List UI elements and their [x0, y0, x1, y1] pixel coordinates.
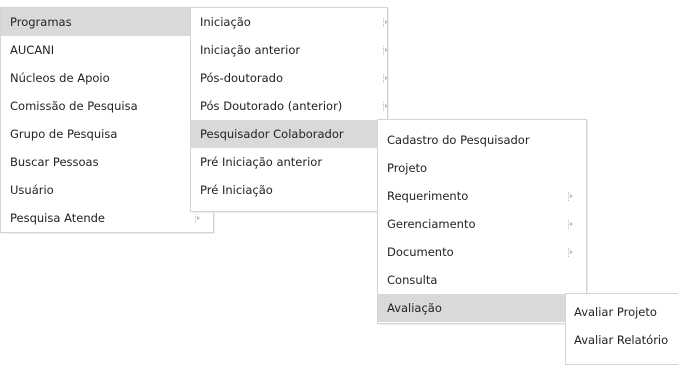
- menu-item-avaliacao[interactable]: Avaliação: [378, 294, 586, 322]
- menu-item-label: Requerimento: [387, 189, 469, 203]
- menu-item-requerimento[interactable]: Requerimento: [378, 182, 586, 210]
- menu-item-programas[interactable]: Programas: [1, 8, 213, 36]
- submenu-arrow-icon: [567, 210, 577, 238]
- menu-item-label: Comissão de Pesquisa: [10, 99, 138, 113]
- programas-submenu: Iniciação Iniciação anterior Pós-doutora…: [190, 7, 388, 212]
- menu-item-pos-doutorado-anterior[interactable]: Pós Doutorado (anterior): [191, 92, 388, 120]
- menu-item-consulta[interactable]: Consulta: [378, 266, 586, 294]
- menu-item-label: Iniciação anterior: [200, 43, 301, 57]
- submenu-arrow-icon: [382, 36, 392, 64]
- menu-item-label: Iniciação: [200, 15, 251, 29]
- menu-item-cadastro-do-pesquisador[interactable]: Cadastro do Pesquisador: [378, 126, 586, 154]
- submenu-arrow-icon: [567, 238, 577, 266]
- menu-item-nucleos-de-apoio[interactable]: Núcleos de Apoio: [1, 64, 213, 92]
- submenu-arrow-icon: [567, 182, 577, 210]
- menu-item-aucani[interactable]: AUCANI: [1, 36, 213, 64]
- menu-item-label: Avaliação: [387, 301, 442, 315]
- main-menu: Programas AUCANI Núcleos de Apoio Comiss…: [0, 7, 214, 233]
- menu-item-gerenciamento[interactable]: Gerenciamento: [378, 210, 586, 238]
- avaliacao-submenu: Avaliar Projeto Avaliar Relatório: [565, 293, 678, 365]
- pesquisador-colaborador-submenu: Cadastro do Pesquisador Projeto Requerim…: [377, 119, 587, 324]
- menu-item-pesquisador-colaborador[interactable]: Pesquisador Colaborador: [191, 120, 387, 148]
- menu-item-iniciacao[interactable]: Iniciação: [191, 8, 388, 36]
- menu-item-label: Pós Doutorado (anterior): [200, 99, 343, 113]
- menu-item-buscar-pessoas[interactable]: Buscar Pessoas: [1, 148, 213, 176]
- menu-item-pesquisa-atende[interactable]: Pesquisa Atende: [1, 204, 213, 232]
- menu-item-documento[interactable]: Documento: [378, 238, 586, 266]
- menu-item-label: Documento: [387, 245, 454, 259]
- menu-item-usuario[interactable]: Usuário: [1, 176, 213, 204]
- menu-item-label: Projeto: [387, 161, 428, 175]
- menu-item-pos-doutorado[interactable]: Pós-doutorado: [191, 64, 388, 92]
- menu-item-avaliar-projeto[interactable]: Avaliar Projeto: [566, 298, 678, 326]
- menu-item-iniciacao-anterior[interactable]: Iniciação anterior: [191, 36, 388, 64]
- menu-item-label: Núcleos de Apoio: [10, 71, 110, 85]
- menu-item-label: Pré Iniciação anterior: [200, 155, 323, 169]
- menu-item-label: Programas: [10, 15, 72, 29]
- menu-item-label: Gerenciamento: [387, 217, 476, 231]
- menu-item-pre-iniciacao-anterior[interactable]: Pré Iniciação anterior: [191, 148, 387, 176]
- menu-item-grupo-de-pesquisa[interactable]: Grupo de Pesquisa: [1, 120, 213, 148]
- menu-item-label: Usuário: [10, 183, 54, 197]
- menu-item-pre-iniciacao[interactable]: Pré Iniciação: [191, 176, 387, 204]
- menu-item-avaliar-relatorio[interactable]: Avaliar Relatório: [566, 326, 678, 354]
- menu-item-label: Pesquisa Atende: [10, 211, 105, 225]
- menu-item-label: AUCANI: [10, 43, 55, 57]
- menu-item-projeto[interactable]: Projeto: [378, 154, 586, 182]
- submenu-arrow-icon: [382, 92, 392, 120]
- submenu-arrow-icon: [382, 8, 392, 36]
- menu-item-label: Cadastro do Pesquisador: [387, 133, 530, 147]
- menu-item-label: Grupo de Pesquisa: [10, 127, 118, 141]
- submenu-arrow-icon: [382, 64, 392, 92]
- menu-item-comissao-de-pesquisa[interactable]: Comissão de Pesquisa: [1, 92, 213, 120]
- menu-item-label: Consulta: [387, 273, 438, 287]
- menu-item-label: Pós-doutorado: [200, 71, 283, 85]
- menu-item-label: Avaliar Projeto: [574, 305, 657, 319]
- menu-item-label: Buscar Pessoas: [10, 155, 99, 169]
- menu-item-label: Avaliar Relatório: [574, 333, 669, 347]
- menu-item-label: Pré Iniciação: [200, 183, 273, 197]
- menu-item-label: Pesquisador Colaborador: [200, 127, 344, 141]
